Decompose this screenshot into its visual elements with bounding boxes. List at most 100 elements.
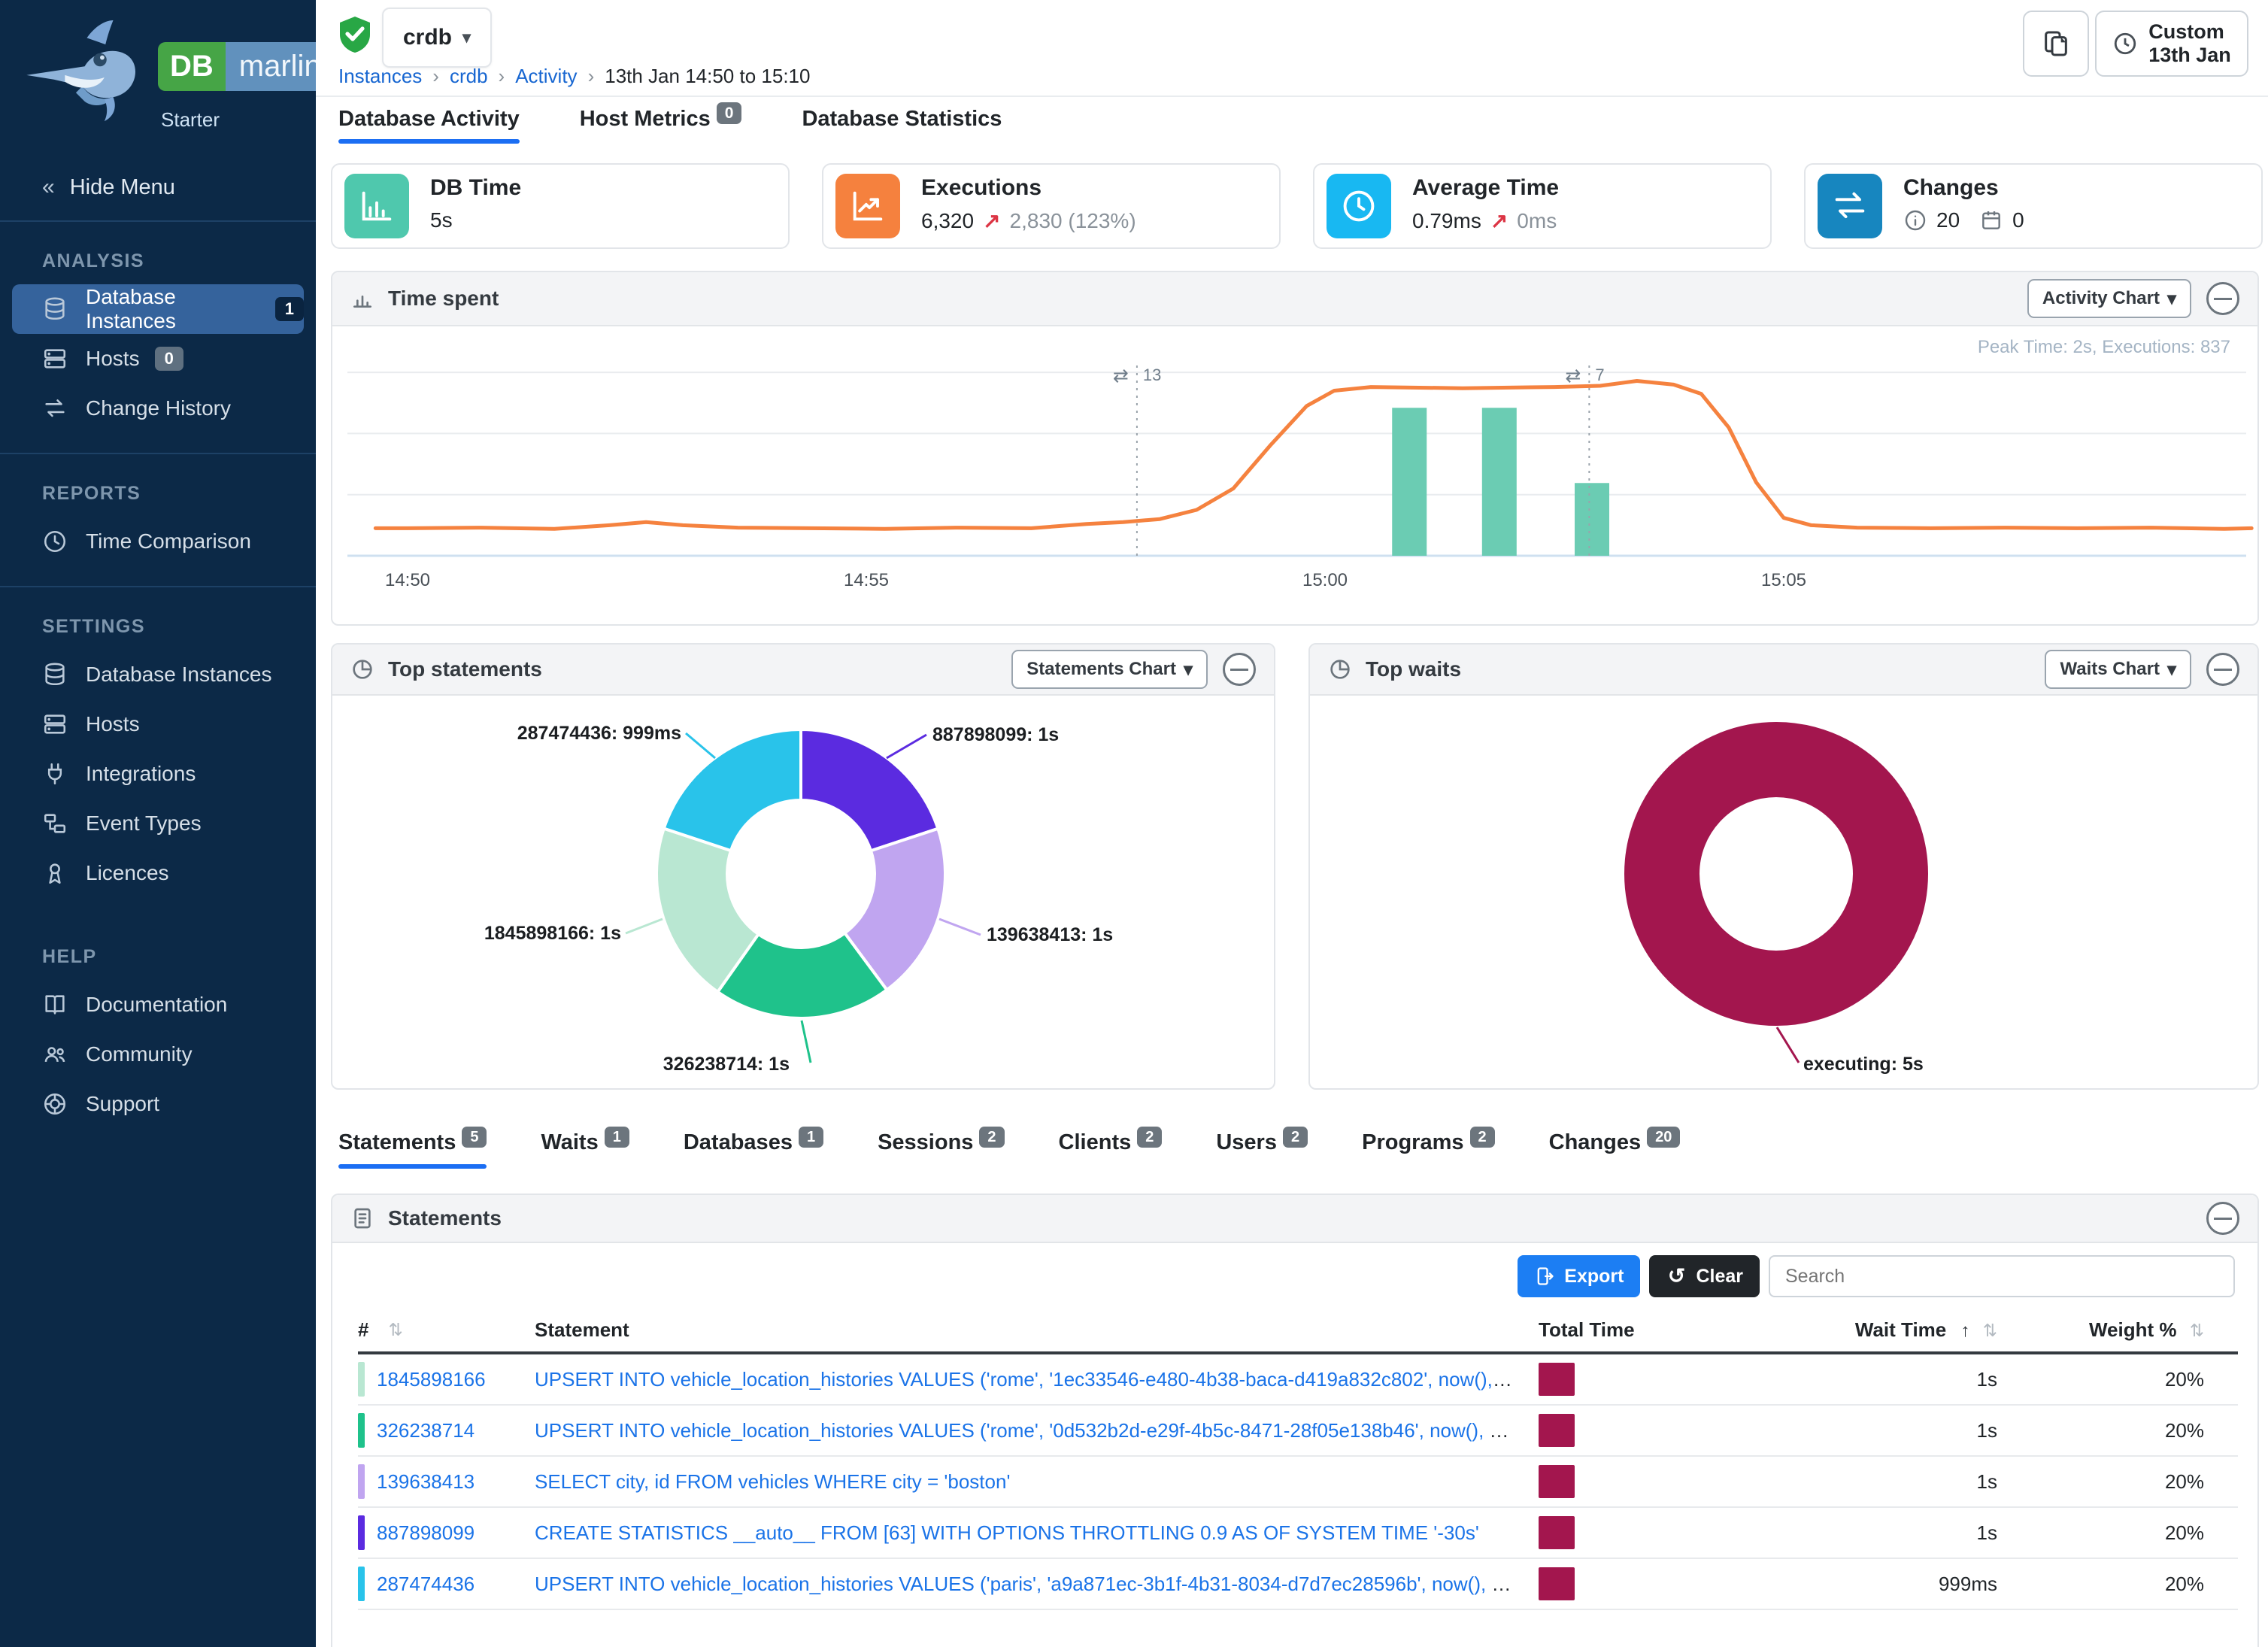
database-icon [42,296,68,322]
sidebar-item-licences[interactable]: Licences [0,848,316,898]
col-total-time[interactable]: Total Time [1539,1318,1681,1342]
tab-host-metrics[interactable]: Host Metrics0 [580,107,742,144]
caret-down-icon: ▾ [1184,659,1193,681]
collapse-panel-button[interactable] [2206,653,2239,686]
statement-id-link[interactable]: 887898099 [377,1521,475,1545]
col-id[interactable]: # [358,1318,368,1342]
marlin-fish-icon [21,17,153,129]
svg-text:⇄: ⇄ [1113,365,1129,387]
statement-text-link[interactable]: SELECT city, id FROM vehicles WHERE city… [535,1470,1010,1493]
total-time-bar [1539,1363,1575,1396]
collapse-panel-button[interactable] [1223,653,1256,686]
tab-database-statistics[interactable]: Database Statistics [802,107,1002,144]
collapse-panel-button[interactable] [2206,1202,2239,1235]
sidebar-item-label: Hosts [86,347,140,371]
wait-time-value: 1s [1681,1368,1997,1391]
detail-tab-users[interactable]: Users 2 [1216,1130,1308,1169]
detail-tab-changes[interactable]: Changes20 [1549,1130,1681,1169]
detail-tab-statements[interactable]: Statements5 [338,1130,487,1169]
svg-text:15:00: 15:00 [1302,570,1348,590]
tab-label: Database Activity [338,107,520,131]
export-button[interactable]: Export [1518,1255,1640,1297]
sidebar-item-hosts[interactable]: Hosts [0,699,316,749]
sidebar-item-community[interactable]: Community [0,1030,316,1079]
statement-text-link[interactable]: CREATE STATISTICS __auto__ FROM [63] WIT… [535,1521,1479,1544]
tab-label: Statements [338,1130,456,1154]
count-badge: 0 [155,347,183,371]
hide-menu-button[interactable]: « Hide Menu [0,154,316,222]
nav-section-title: ANALYSIS [0,250,316,272]
pie-chart-icon [350,657,374,681]
sidebar-item-support[interactable]: Support [0,1079,316,1129]
panel-title: Time spent [388,287,499,311]
caret-down-icon: ▾ [2167,659,2176,681]
breadcrumb-instance[interactable]: crdb [450,65,488,88]
statement-id-link[interactable]: 287474436 [377,1573,475,1596]
col-weight[interactable]: Weight % [2089,1318,2177,1341]
statement-color-chip [358,1362,365,1397]
copy-link-button[interactable] [2023,11,2089,77]
main-tabs: Database Activity Host Metrics0 Database S… [338,107,1002,144]
activity-chart-select[interactable]: Activity Chart ▾ [2027,279,2191,318]
sidebar-item-integrations[interactable]: Integrations [0,749,316,799]
sort-icon: ⇅ [2190,1321,2204,1340]
weight-value: 20% [1997,1419,2238,1442]
instance-selector[interactable]: crdb ▾ [382,8,492,68]
sidebar-item-label: Event Types [86,811,202,836]
breadcrumb-instances[interactable]: Instances [338,65,422,88]
book-icon [42,992,68,1018]
table-row: 139638413 SELECT city, id FROM vehicles W… [358,1457,2238,1508]
count-badge: 20 [1647,1127,1680,1148]
sidebar-item-documentation[interactable]: Documentation [0,980,316,1030]
col-statement[interactable]: Statement [535,1318,1539,1342]
sidebar-nav: « Hide Menu ANALYSISDatabase Instances1H… [0,154,316,1148]
tab-database-activity[interactable]: Database Activity [338,107,520,144]
detail-tab-waits[interactable]: Waits1 [541,1130,629,1169]
time-range-button[interactable]: Custom 13th Jan [2095,11,2248,77]
detail-tab-databases[interactable]: Databases1 [684,1130,823,1169]
detail-tab-clients[interactable]: Clients2 [1059,1130,1163,1169]
top-waits-panel: Top waits Waits Chart ▾ executing: 5s [1308,643,2259,1090]
export-icon [1534,1266,1555,1287]
statement-text-link[interactable]: UPSERT INTO vehicle_location_histories V… [535,1368,1539,1391]
tab-label: Host Metrics [580,107,711,131]
svg-text:executing: 5s: executing: 5s [1803,1054,1924,1075]
tab-label: Clients [1059,1130,1132,1154]
collapse-panel-button[interactable] [2206,282,2239,315]
instance-name: crdb [403,25,452,50]
sidebar-item-change-history[interactable]: Change History [0,384,316,433]
sidebar-item-time-comparison[interactable]: Time Comparison [0,517,316,566]
sidebar-item-database-instances[interactable]: Database Instances1 [12,284,304,334]
card-title: DB Time [430,175,521,201]
statement-text-link[interactable]: UPSERT INTO vehicle_location_histories V… [535,1419,1539,1442]
chevron-down-icon: ▾ [462,28,471,47]
card-title: Average Time [1412,175,1559,201]
clear-button[interactable]: ↺ Clear [1649,1255,1760,1297]
col-wait-time[interactable]: Wait Time [1855,1318,1946,1341]
statements-chart-select[interactable]: Statements Chart ▾ [1011,650,1208,689]
count-badge: 2 [1283,1127,1308,1148]
search-input[interactable] [1769,1255,2235,1297]
waits-chart-select[interactable]: Waits Chart ▾ [2045,650,2191,689]
detail-tab-programs[interactable]: Programs2 [1362,1130,1495,1169]
sidebar-item-event-types[interactable]: Event Types [0,799,316,848]
statement-id-link[interactable]: 1845898166 [377,1368,486,1391]
statement-id-link[interactable]: 326238714 [377,1419,475,1442]
panel-title: Top statements [388,657,542,681]
breadcrumb-activity[interactable]: Activity [515,65,577,88]
panel-title: Top waits [1366,657,1461,681]
statement-text-link[interactable]: UPSERT INTO vehicle_location_histories V… [535,1573,1539,1595]
nav-section-reports: REPORTS Time Comparison [0,454,316,587]
top-statements-donut[interactable]: 887898099: 1s139638413: 1s326238714: 1s1… [332,696,1271,1085]
tab-label: Users [1216,1130,1277,1154]
sidebar-item-database-instances[interactable]: Database Instances [0,650,316,699]
server-icon [42,711,68,737]
top-waits-donut[interactable]: executing: 5s [1310,696,2254,1085]
nav-section-title: REPORTS [0,483,316,505]
statement-id-link[interactable]: 139638413 [377,1470,475,1494]
sidebar-item-label: Documentation [86,993,227,1017]
sidebar-item-label: Integrations [86,762,196,786]
time-spent-chart[interactable]: ⇄13⇄714:5014:5515:0015:05 [332,326,2254,623]
detail-tab-sessions[interactable]: Sessions2 [878,1130,1004,1169]
sidebar-item-hosts[interactable]: Hosts 0 [0,334,316,384]
